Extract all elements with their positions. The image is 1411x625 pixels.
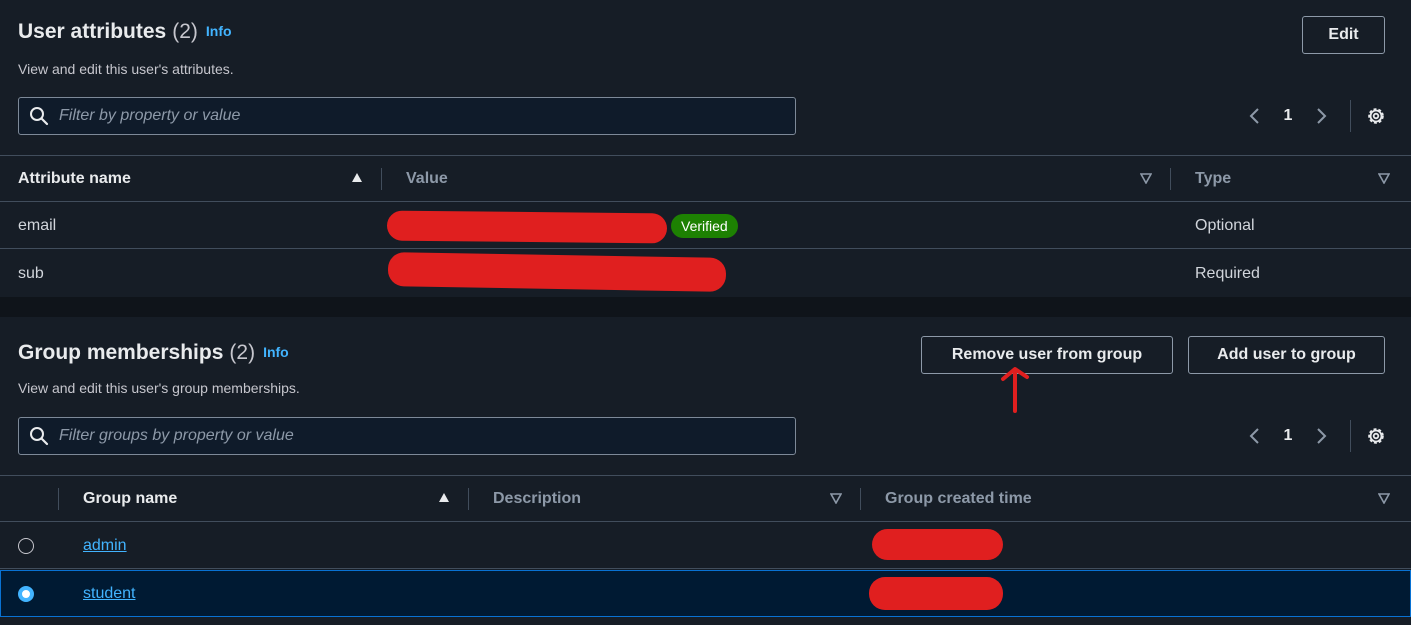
- group-name-cell: student: [83, 571, 135, 616]
- column-divider: [468, 488, 469, 510]
- chevron-right-icon[interactable]: [1314, 426, 1328, 446]
- attributes-filter[interactable]: [18, 97, 796, 135]
- column-header-group-name[interactable]: Group name: [83, 476, 177, 521]
- table-row-selected[interactable]: student: [0, 570, 1411, 617]
- column-divider: [1170, 168, 1171, 190]
- attribute-type-cell: Required: [1195, 264, 1260, 282]
- row-select-radio[interactable]: [18, 586, 34, 602]
- redaction-mark: [872, 529, 1003, 560]
- attribute-name-cell: email: [18, 216, 57, 234]
- redaction-mark: [387, 252, 727, 292]
- table-row: email Verified Optional: [0, 202, 1411, 249]
- attributes-filter-input[interactable]: [59, 107, 795, 125]
- sort-descending-icon[interactable]: [830, 492, 842, 504]
- groups-pagination: 1: [1248, 420, 1387, 452]
- user-attributes-description: View and edit this user's attributes.: [18, 61, 234, 77]
- verified-badge: Verified: [671, 214, 738, 238]
- attributes-pagination: 1: [1248, 100, 1387, 132]
- column-header-type[interactable]: Type: [1195, 156, 1231, 201]
- group-name-link[interactable]: admin: [83, 537, 127, 555]
- user-attributes-panel: User attributes (2) Info View and edit thi…: [0, 0, 1411, 297]
- edit-button[interactable]: Edit: [1302, 16, 1385, 54]
- search-icon: [30, 427, 49, 446]
- group-memberships-count: (2): [229, 341, 256, 364]
- table-row: sub Required: [0, 250, 1411, 297]
- redaction-mark: [869, 577, 1003, 610]
- group-memberships-header: Group memberships (2) Info: [18, 341, 289, 365]
- chevron-left-icon[interactable]: [1248, 426, 1262, 446]
- column-header-attribute-name[interactable]: Attribute name: [18, 156, 131, 201]
- sort-descending-icon[interactable]: [1378, 172, 1390, 184]
- red-arrow-annotation: [1001, 367, 1029, 413]
- sort-descending-icon[interactable]: [1140, 172, 1152, 184]
- user-attributes-title: User attributes: [18, 20, 167, 43]
- add-user-to-group-button[interactable]: Add user to group: [1188, 336, 1385, 374]
- pagination-divider: [1350, 100, 1351, 132]
- sort-descending-icon[interactable]: [1378, 492, 1390, 504]
- group-memberships-title: Group memberships: [18, 341, 224, 364]
- column-divider: [58, 488, 59, 510]
- attribute-name-cell: sub: [18, 264, 44, 282]
- group-name-cell: admin: [83, 522, 127, 569]
- group-memberships-panel: Group memberships (2) Info View and edit t…: [0, 317, 1411, 625]
- gear-icon[interactable]: [1365, 425, 1387, 447]
- user-attributes-count: (2): [172, 20, 198, 43]
- row-select-radio[interactable]: [18, 538, 34, 554]
- pagination-divider: [1350, 420, 1351, 452]
- user-attributes-header: User attributes (2) Info: [18, 20, 232, 44]
- groups-page-number[interactable]: 1: [1262, 427, 1314, 445]
- groups-filter[interactable]: [18, 417, 796, 455]
- attribute-type-cell: Optional: [1195, 216, 1255, 234]
- chevron-left-icon[interactable]: [1248, 106, 1262, 126]
- sort-ascending-icon[interactable]: [438, 492, 450, 504]
- attributes-table-header: Attribute name Value Type: [0, 156, 1411, 201]
- chevron-right-icon[interactable]: [1314, 106, 1328, 126]
- group-memberships-description: View and edit this user's group membersh…: [18, 380, 300, 396]
- group-memberships-info-link[interactable]: Info: [263, 344, 289, 360]
- column-header-group-created-time[interactable]: Group created time: [885, 476, 1032, 521]
- table-row[interactable]: admin: [0, 522, 1411, 569]
- column-header-value[interactable]: Value: [406, 156, 448, 201]
- attributes-page-number[interactable]: 1: [1262, 107, 1314, 125]
- groups-table-header: Group name Description Group created tim…: [0, 476, 1411, 521]
- column-divider: [860, 488, 861, 510]
- column-divider: [381, 168, 382, 190]
- remove-user-from-group-button[interactable]: Remove user from group: [921, 336, 1173, 374]
- redaction-mark: [386, 210, 668, 244]
- gear-icon[interactable]: [1365, 105, 1387, 127]
- search-icon: [30, 107, 49, 126]
- sort-ascending-icon[interactable]: [351, 172, 363, 184]
- user-attributes-info-link[interactable]: Info: [206, 23, 232, 39]
- panel-gap: [0, 297, 1411, 317]
- groups-filter-input[interactable]: [59, 427, 795, 445]
- group-name-link[interactable]: student: [83, 585, 135, 603]
- column-header-description[interactable]: Description: [493, 476, 581, 521]
